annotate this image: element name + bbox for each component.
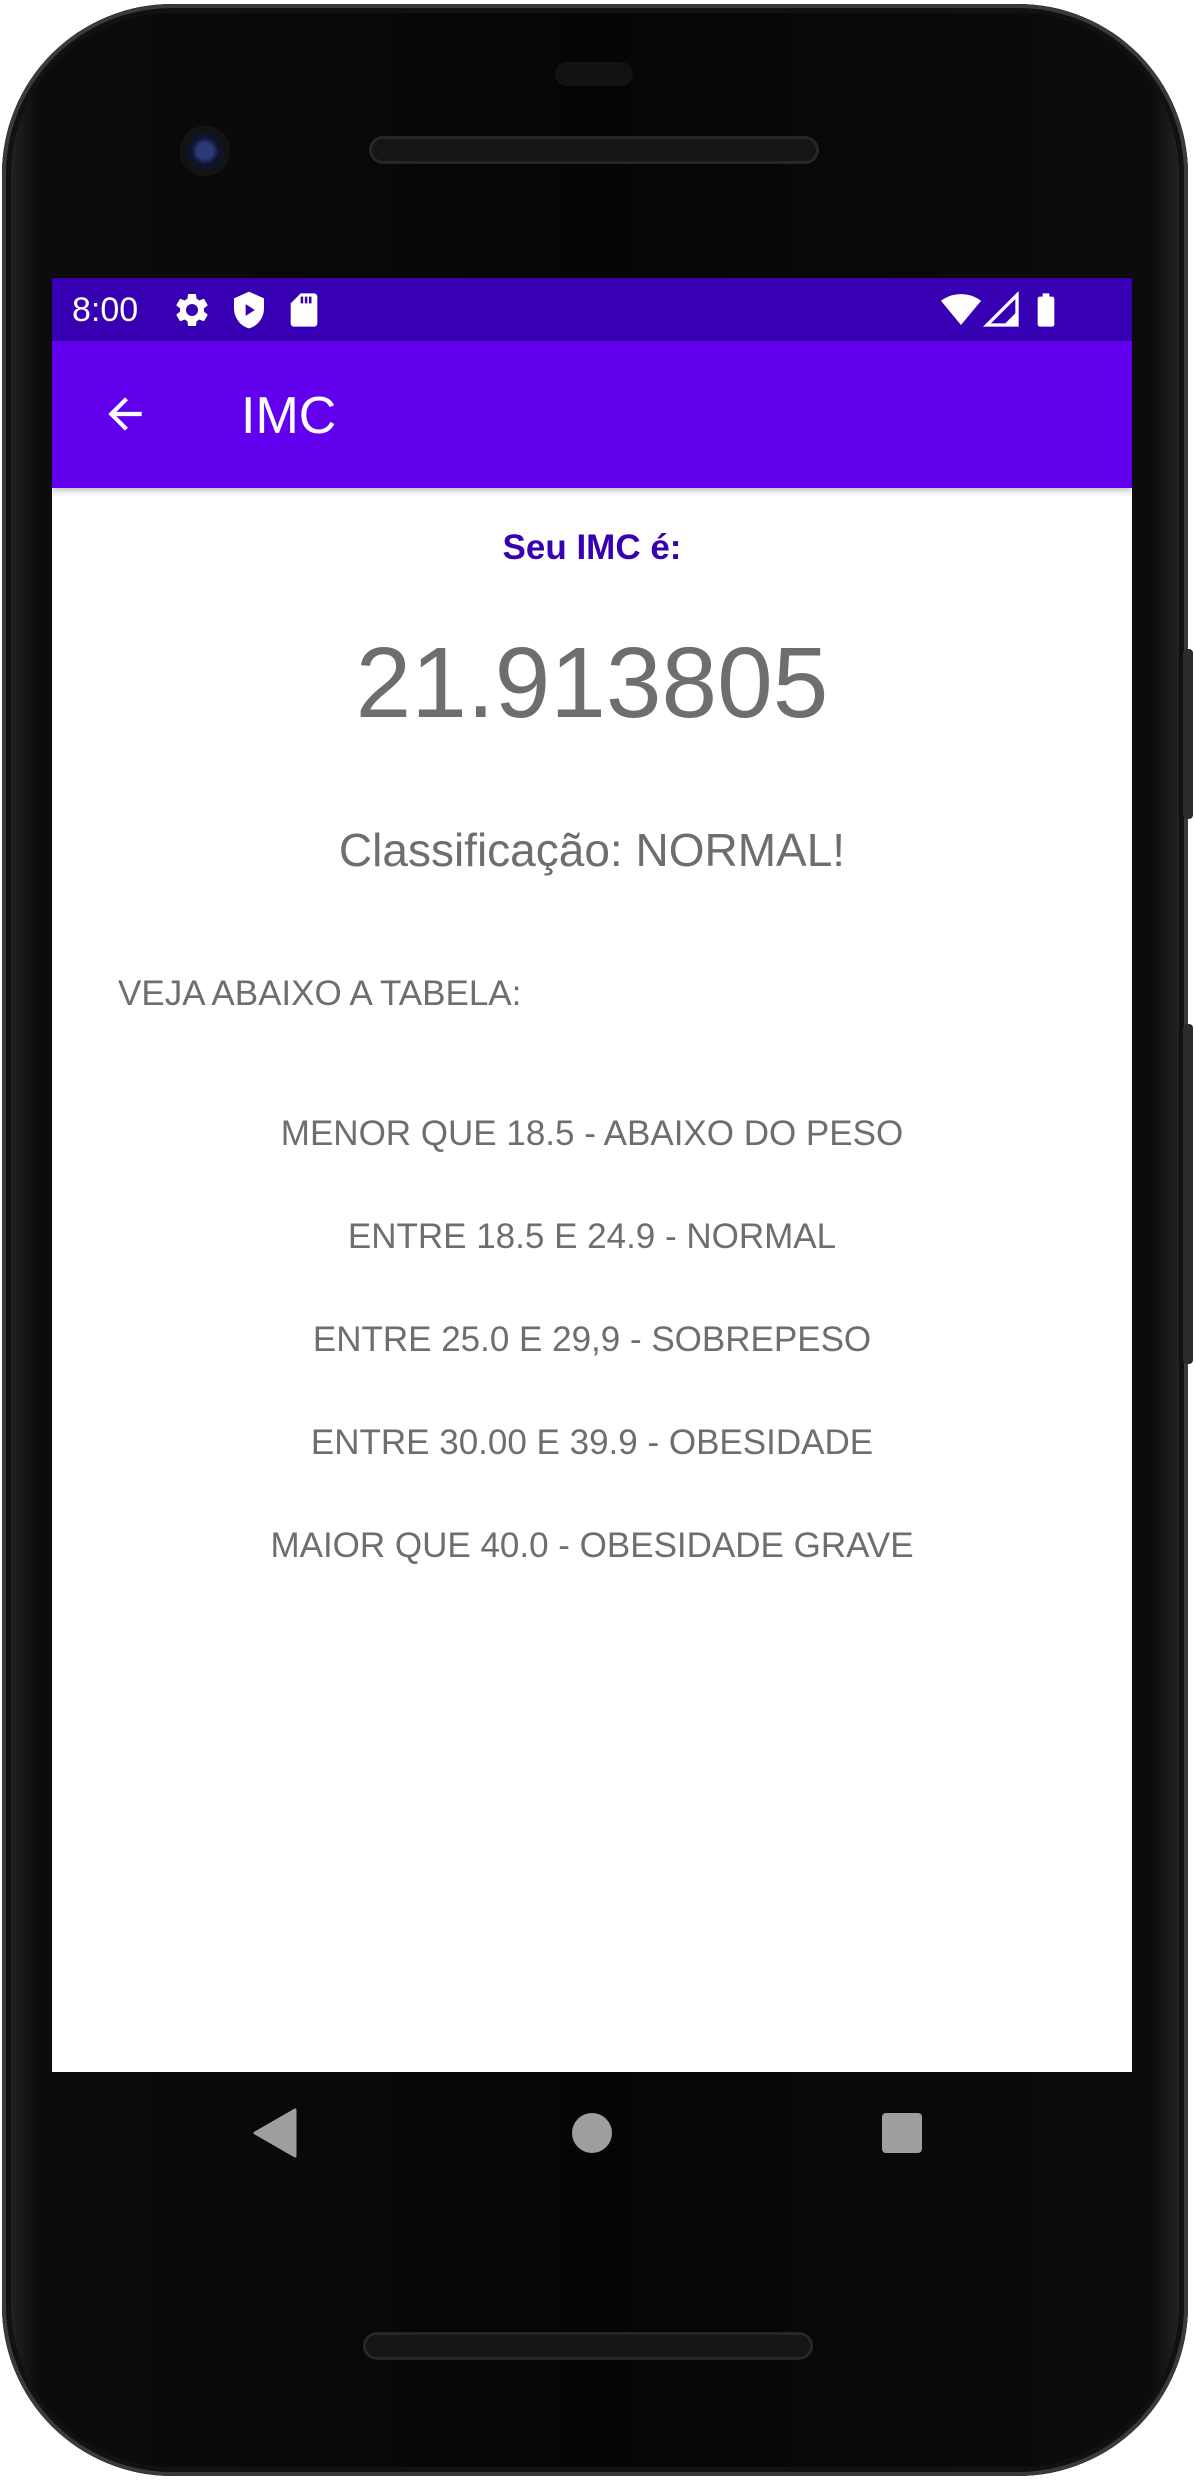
volume-button xyxy=(1183,1024,1193,1364)
table-row: MENOR QUE 18.5 - ABAIXO DO PESO xyxy=(280,1114,904,1153)
screen: 8:00 IMC Seu IMC é: 21.913805 Classifica… xyxy=(52,278,1132,2072)
status-time: 8:00 xyxy=(72,291,139,329)
table-row: MAIOR QUE 40.0 - OBESIDADE GRAVE xyxy=(270,1526,914,1565)
shield-icon xyxy=(229,290,269,330)
nav-back-button[interactable] xyxy=(235,2095,315,2175)
wifi-icon xyxy=(940,290,981,330)
settings-icon xyxy=(172,290,212,330)
nav-home-button[interactable] xyxy=(552,2095,632,2175)
status-bar: 8:00 xyxy=(52,278,1132,341)
app-bar: IMC xyxy=(52,341,1132,488)
sd-card-icon xyxy=(284,290,324,330)
cell-signal-icon xyxy=(982,290,1022,330)
table-heading: VEJA ABAIXO A TABELA: xyxy=(118,974,522,1013)
front-camera xyxy=(180,126,230,176)
nav-recents-button[interactable] xyxy=(862,2095,942,2175)
table-row: ENTRE 18.5 E 24.9 - NORMAL xyxy=(347,1217,837,1256)
page-title: IMC xyxy=(241,387,337,445)
earpiece-speaker xyxy=(369,136,819,164)
back-triangle-icon xyxy=(253,2108,297,2163)
back-button[interactable] xyxy=(90,381,160,451)
arrow-back-icon xyxy=(100,389,150,444)
table-row: ENTRE 25.0 E 29,9 - SOBREPESO xyxy=(312,1320,872,1359)
battery-icon xyxy=(1026,290,1066,330)
imc-value: 21.913805 xyxy=(355,627,829,739)
main-content: Seu IMC é: 21.913805 Classificação: NORM… xyxy=(52,488,1132,1862)
recents-square-icon xyxy=(881,2112,923,2159)
bottom-speaker xyxy=(363,2332,813,2360)
classification-text: Classificação: NORMAL! xyxy=(338,824,846,876)
table-row: ENTRE 30.00 E 39.9 - OBESIDADE xyxy=(310,1423,874,1462)
power-button xyxy=(1183,649,1193,819)
navigation-bar xyxy=(52,2072,1132,2198)
proximity-sensor xyxy=(555,62,633,86)
imc-label: Seu IMC é: xyxy=(502,528,682,567)
home-circle-icon xyxy=(571,2112,613,2159)
